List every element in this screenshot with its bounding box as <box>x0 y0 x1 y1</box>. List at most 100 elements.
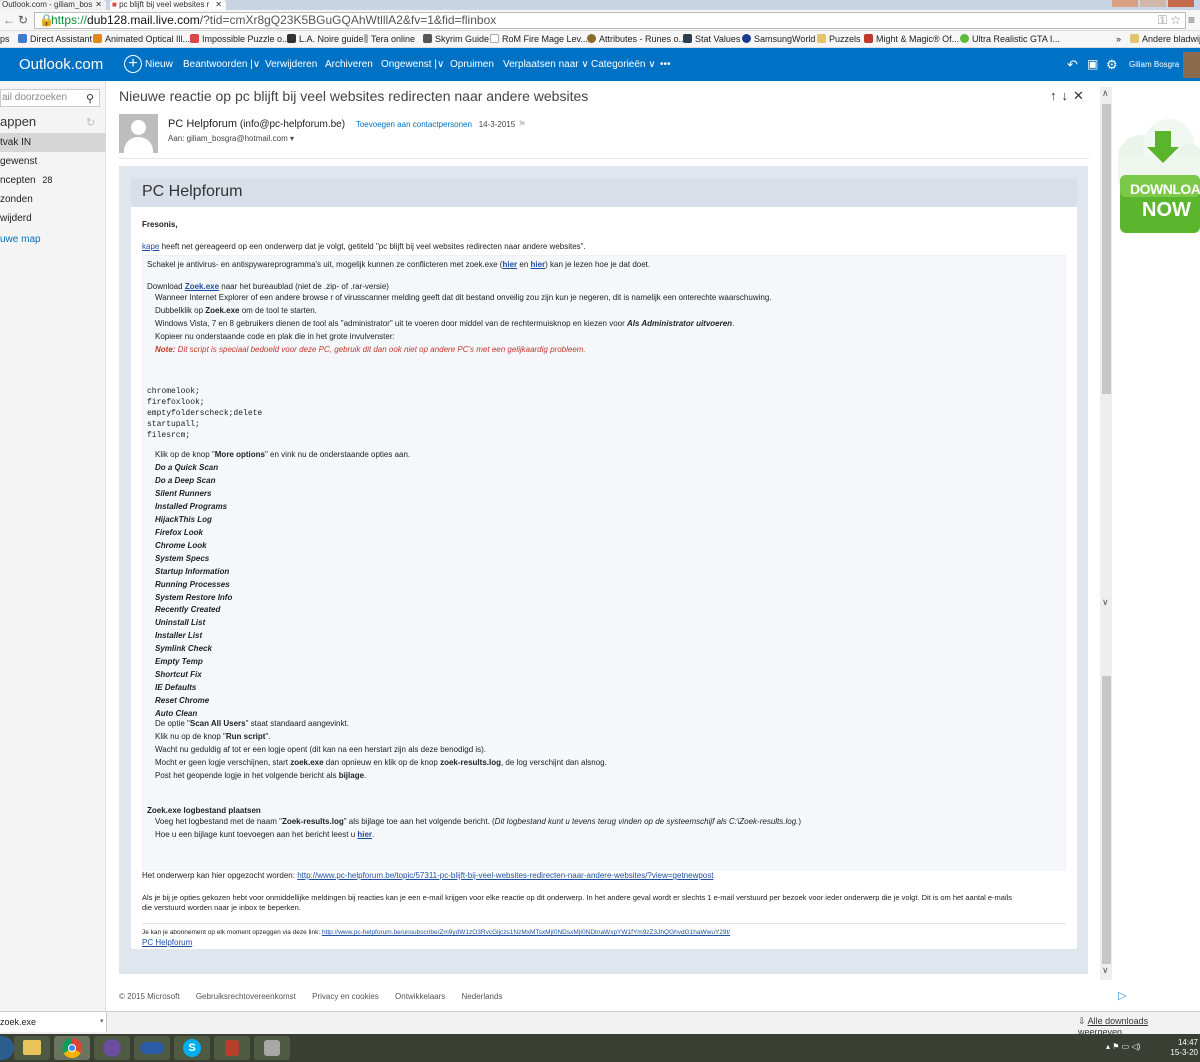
skype-taskbar-icon[interactable]: S <box>174 1036 210 1060</box>
message-date: 14-3-2015 <box>478 120 516 129</box>
reply-user-link[interactable]: kape <box>142 242 159 251</box>
archive-button[interactable]: Archiveren <box>325 48 373 81</box>
junk-button[interactable]: Ongewenst |∨ <box>381 48 444 81</box>
url-input[interactable]: 🔒 https://dub128.mail.live.com/?tid=cmXr… <box>34 12 1186 29</box>
bookmark-item[interactable]: RoM Fire Mage Lev... <box>490 31 588 47</box>
app-taskbar-icon[interactable] <box>214 1036 250 1060</box>
folder-drafts[interactable]: ncepten 28 <box>0 171 106 190</box>
instruction-line: Voeg het logbestand met de naam "Zoek-re… <box>155 817 802 826</box>
instruction-line: De optie "Scan All Users" staat standaar… <box>155 719 349 728</box>
chevron-up-icon[interactable]: ∧ <box>1102 88 1109 99</box>
bookmark-item[interactable]: Stat Values <box>683 31 740 47</box>
download-ad[interactable]: DOWNLOAD NOW <box>1114 117 1200 243</box>
avatar[interactable] <box>1183 52 1200 78</box>
flag-icon[interactable]: ⚑ <box>518 119 526 129</box>
folder-junk[interactable]: gewenst <box>0 152 106 171</box>
bookmark-item[interactable]: Ultra Realistic GTA I... <box>960 31 1060 47</box>
bookmark-item[interactable]: Animated Optical Ill... <box>93 31 190 47</box>
arrow-down-icon[interactable]: ↓ <box>1062 88 1074 103</box>
hier-link[interactable]: hier <box>502 260 517 269</box>
footer-link[interactable]: Nederlands <box>462 992 503 1001</box>
chevron-down-icon[interactable]: ▾ <box>290 134 294 143</box>
star-icon[interactable]: ☆ <box>1170 13 1181 28</box>
bookmark-item[interactable]: Impossible Puzzle o... <box>190 31 290 47</box>
add-contact-link[interactable]: Toevoegen aan contactpersonen <box>356 120 472 129</box>
folder-sent[interactable]: zonden <box>0 190 106 209</box>
search-input[interactable]: ail doorzoeken ⚲ <box>0 89 100 107</box>
option-item: Auto Clean <box>155 709 198 719</box>
tray-icons[interactable]: ▴ ⚑ ▭ ◁) <box>1106 1042 1140 1051</box>
notification-info: die verstuurd worden naar je inbox te be… <box>142 903 301 912</box>
bookmark-item[interactable]: Tera online <box>364 31 415 47</box>
refresh-icon[interactable]: ↻ <box>86 116 95 129</box>
taskbar-clock[interactable]: 14:47 15-3-20 <box>1166 1038 1198 1058</box>
bookmark-item[interactable]: SamsungWorld <box>742 31 815 47</box>
delete-button[interactable]: Verwijderen <box>265 48 317 81</box>
reply-notice: kape heeft net gereageerd op een onderwe… <box>142 242 586 251</box>
reply-button[interactable]: Beantwoorden |∨ <box>183 48 260 81</box>
bookmark-item[interactable]: L.A. Noire guide <box>287 31 364 47</box>
download-bar <box>0 1011 1200 1034</box>
close-tab-icon[interactable]: ✕ <box>95 0 102 10</box>
hier-link[interactable]: hier <box>530 260 545 269</box>
new-folder-link[interactable]: uwe map <box>0 234 41 245</box>
tool-taskbar-icon[interactable] <box>254 1036 290 1060</box>
folder-inbox[interactable]: tvak IN <box>0 133 106 152</box>
bookmark-folder[interactable]: Puzzels <box>817 31 861 47</box>
chat-icon[interactable]: ▣ <box>1087 48 1098 81</box>
bookmark-item[interactable]: Attributes - Runes o... <box>587 31 686 47</box>
sweep-button[interactable]: Opruimen <box>450 48 494 81</box>
hier-link[interactable]: hier <box>357 830 372 839</box>
gear-icon[interactable]: ⚙ <box>1106 48 1118 81</box>
folder-deleted[interactable]: wijderd <box>0 209 106 228</box>
categories-button[interactable]: Categorieën ∨ <box>591 48 656 81</box>
footer-link[interactable]: Gebruiksrechtovereenkomst <box>196 992 296 1001</box>
scrollbar-thumb[interactable] <box>1102 104 1111 394</box>
tab-outlook[interactable]: Outlook.com - giliam_bos ✕ <box>0 0 106 10</box>
zoek-exe-link[interactable]: Zoek.exe <box>185 282 219 291</box>
bookmark-item[interactable]: Skyrim Guide <box>423 31 489 47</box>
key-icon[interactable]: ⚿ <box>1158 13 1167 28</box>
plus-icon[interactable]: + <box>124 55 142 73</box>
torrent-taskbar-icon[interactable] <box>94 1036 130 1060</box>
reload-icon[interactable]: ↻ <box>18 13 28 27</box>
arrow-up-icon[interactable]: ↑ <box>1050 88 1062 103</box>
sender-name[interactable]: PC Helpforum <box>168 118 237 130</box>
bookmark-folder[interactable]: Andere bladwijz <box>1130 31 1200 47</box>
footer-link[interactable]: Ontwikkelaars <box>395 992 445 1001</box>
menu-icon[interactable]: ≡ <box>1188 13 1195 27</box>
signature-link[interactable]: PC Helpforum <box>142 938 192 947</box>
download-item[interactable]: zoek.exe ▾ <box>0 1012 107 1032</box>
adchoices-icon[interactable]: ▷ <box>1118 989 1126 1002</box>
option-item: Empty Temp <box>155 657 203 667</box>
minimize-icon[interactable] <box>1112 0 1138 7</box>
maximize-icon[interactable] <box>1140 0 1166 7</box>
topic-line: Het onderwerp kan hier opgezocht worden:… <box>142 871 714 880</box>
chevron-down-icon[interactable]: ∨ <box>1102 965 1109 976</box>
undo-icon[interactable]: ↶ <box>1067 48 1078 81</box>
search-icon[interactable]: ⚲ <box>86 91 94 107</box>
chevron-down-icon[interactable]: ∨ <box>1102 597 1109 608</box>
chevron-down-icon[interactable]: ▾ <box>100 1012 104 1032</box>
topic-link[interactable]: http://www.pc-helpforum.be/topic/57311-p… <box>297 871 713 880</box>
bookmark-item[interactable]: Might & Magic® Of... <box>864 31 959 47</box>
scrollbar-thumb[interactable] <box>1102 676 1111 964</box>
explorer-taskbar-icon[interactable] <box>14 1036 50 1060</box>
user-name[interactable]: Giliam Bosgra <box>1129 48 1179 81</box>
close-tab-icon[interactable]: ✕ <box>215 0 222 10</box>
footer-link[interactable]: Privacy en cookies <box>312 992 379 1001</box>
app-taskbar-icon[interactable] <box>134 1036 170 1060</box>
chrome-taskbar-icon[interactable] <box>54 1036 90 1060</box>
new-button[interactable]: Nieuw <box>145 48 173 81</box>
more-options-button[interactable]: ••• <box>660 48 671 81</box>
bookmark-item[interactable]: Direct Assistant <box>18 31 92 47</box>
back-arrow-icon[interactable]: ← <box>3 13 15 27</box>
option-item: Startup Information <box>155 566 230 576</box>
instruction-line: Hoe u een bijlage kunt toevoegen aan het… <box>155 830 375 839</box>
move-to-button[interactable]: Verplaatsen naar ∨ <box>503 48 589 81</box>
tab-helpforum[interactable]: ■ pc blijft bij veel websites r ✕ <box>110 0 226 10</box>
close-window-icon[interactable] <box>1168 0 1194 7</box>
outlook-logo[interactable]: Outlook.com <box>19 48 103 81</box>
unsubscribe-link[interactable]: http://www.pc-helpforum.be/unsubscribe/Z… <box>322 929 730 936</box>
close-icon[interactable]: ✕ <box>1073 88 1089 103</box>
